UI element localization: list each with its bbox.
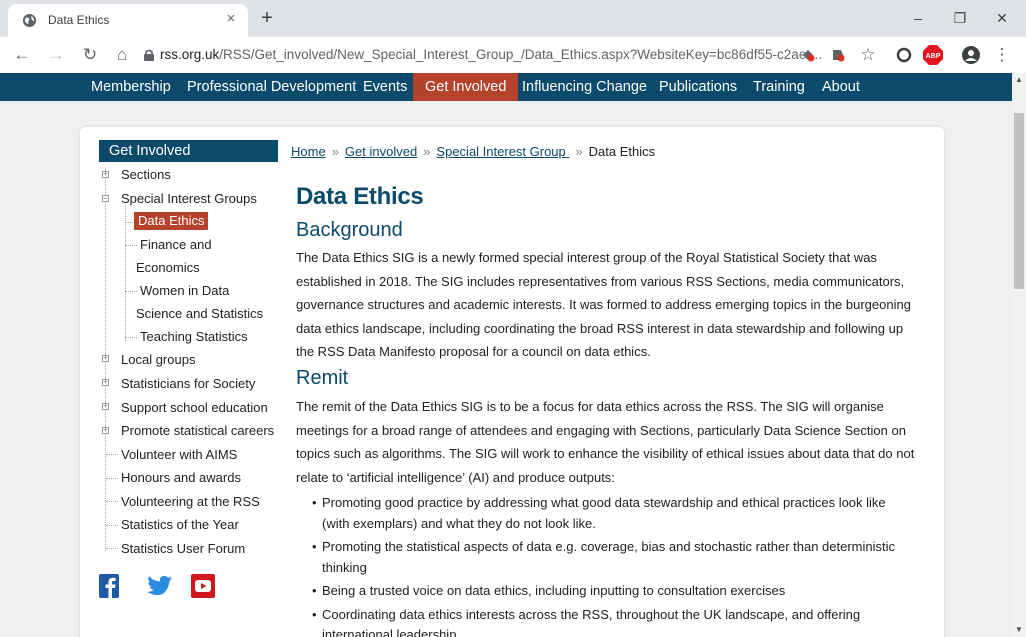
expand-icon[interactable]: + xyxy=(102,355,109,362)
expand-icon[interactable]: + xyxy=(102,403,109,410)
sidebar-item-data-ethics[interactable]: Data Ethics xyxy=(134,212,209,230)
browser-tab-strip: Data Ethics × + – ❐ ✕ xyxy=(0,0,1026,37)
breadcrumb: Home » Get involved » Special Interest Group… xyxy=(291,144,655,159)
forward-icon[interactable]: → xyxy=(44,43,68,67)
tree-line xyxy=(106,548,118,549)
url-path: /RSS/Get_involved/New_Special_Interest_G… xyxy=(219,47,822,62)
expand-icon[interactable]: + xyxy=(102,379,109,386)
facebook-icon[interactable] xyxy=(99,574,119,598)
tree-line xyxy=(106,454,118,455)
tree-line xyxy=(106,525,118,526)
nav-events[interactable]: Events xyxy=(355,73,415,101)
extension-icon[interactable] xyxy=(830,47,846,63)
url-host: rss.org.uk xyxy=(160,47,220,62)
sidebar-item-statistics-user-forum[interactable]: Statistics User Forum xyxy=(121,541,245,556)
sidebar-title: Get Involved xyxy=(99,140,278,162)
expand-icon[interactable]: + xyxy=(102,171,109,178)
scroll-up-icon[interactable]: ▲ xyxy=(1012,73,1026,87)
breadcrumb-get-involved[interactable]: Get involved xyxy=(345,144,417,159)
breadcrumb-special-interest-group[interactable]: Special Interest Group xyxy=(436,144,569,159)
twitter-icon[interactable] xyxy=(143,575,173,599)
sidebar-item-sections[interactable]: Sections xyxy=(121,167,171,182)
page-title: Data Ethics xyxy=(296,183,424,210)
reload-icon[interactable]: ↻ xyxy=(78,43,102,67)
list-item: Promoting the statistical aspects of dat… xyxy=(312,537,912,578)
nav-get-involved[interactable]: Get Involved xyxy=(413,73,519,101)
breadcrumb-separator: » xyxy=(423,144,431,159)
home-icon[interactable]: ⌂ xyxy=(110,43,134,67)
tree-line xyxy=(106,501,118,502)
lock-icon xyxy=(144,49,154,61)
nav-membership[interactable]: Membership xyxy=(83,73,179,101)
globe-icon xyxy=(22,13,37,28)
remit-text: The remit of the Data Ethics SIG is to b… xyxy=(296,399,915,485)
profile-icon[interactable] xyxy=(962,46,980,64)
tab-title: Data Ethics xyxy=(48,13,110,27)
sidebar-item-finance-economics[interactable]: Finance and xyxy=(140,237,212,252)
address-bar[interactable]: rss.org.uk/RSS/Get_involved/New_Special_… xyxy=(144,41,864,69)
close-tab-icon[interactable]: × xyxy=(222,10,240,28)
breadcrumb-separator: » xyxy=(331,144,339,159)
opera-icon[interactable] xyxy=(896,47,912,63)
restore-button[interactable]: ❐ xyxy=(940,4,980,32)
browser-tab[interactable]: Data Ethics × xyxy=(8,4,248,37)
page-scrollbar[interactable]: ▲ ▼ xyxy=(1012,73,1026,637)
sidebar-item-honours-and-awards[interactable]: Honours and awards xyxy=(121,470,241,485)
star-icon[interactable]: ☆ xyxy=(856,43,880,67)
sidebar-nav: Get Involved + – + + + + Sections Specia… xyxy=(99,140,278,560)
url-text: rss.org.uk/RSS/Get_involved/New_Special_… xyxy=(160,47,822,62)
sidebar-item-women-in-data-cont[interactable]: Science and Statistics xyxy=(136,306,263,321)
breadcrumb-separator: » xyxy=(575,144,583,159)
close-window-button[interactable]: ✕ xyxy=(982,4,1022,32)
background-heading: Background xyxy=(296,219,403,241)
sidebar-item-statistics-of-the-year[interactable]: Statistics of the Year xyxy=(121,517,239,532)
remit-outputs-list: Promoting good practice by addressing wh… xyxy=(312,493,912,637)
svg-text:ABP: ABP xyxy=(926,53,941,60)
tree-line xyxy=(125,245,137,246)
remit-heading: Remit xyxy=(296,367,349,389)
list-item: Coordinating data ethics interests acros… xyxy=(312,605,912,637)
browser-toolbar: ← → ↻ ⌂ rss.org.uk/RSS/Get_involved/New_… xyxy=(0,37,1026,73)
sidebar-item-statisticians-for-society[interactable]: Statisticians for Society xyxy=(121,376,255,391)
tree-line xyxy=(125,291,137,292)
nav-professional-development[interactable]: Professional Development xyxy=(179,73,364,101)
new-tab-button[interactable]: + xyxy=(256,7,278,29)
tree-line xyxy=(125,337,137,338)
nav-training[interactable]: Training xyxy=(745,73,813,101)
sidebar-item-local-groups[interactable]: Local groups xyxy=(121,352,195,367)
sidebar-item-volunteering-at-the-rss[interactable]: Volunteering at the RSS xyxy=(121,494,260,509)
expand-icon[interactable]: + xyxy=(102,427,109,434)
sidebar-item-finance-economics-cont[interactable]: Economics xyxy=(136,260,200,275)
back-icon[interactable]: ← xyxy=(10,43,34,67)
breadcrumb-current: Data Ethics xyxy=(588,144,656,159)
sidebar-item-support-school-education[interactable]: Support school education xyxy=(121,400,268,415)
sidebar-item-special-interest-groups[interactable]: Special Interest Groups xyxy=(121,191,257,206)
scroll-down-icon[interactable]: ▼ xyxy=(1012,623,1026,637)
tree-line xyxy=(106,478,118,479)
extension-icon[interactable] xyxy=(800,47,816,63)
list-item: Being a trusted voice on data ethics, in… xyxy=(312,581,912,602)
nav-influencing-change[interactable]: Influencing Change xyxy=(514,73,655,101)
background-text: The Data Ethics SIG is a newly formed sp… xyxy=(296,250,911,359)
youtube-icon[interactable] xyxy=(191,574,215,598)
nav-about[interactable]: About xyxy=(814,73,868,101)
sidebar-item-volunteer-with-aims[interactable]: Volunteer with AIMS xyxy=(121,447,237,462)
adblock-icon[interactable]: ABP xyxy=(923,45,943,65)
sidebar-item-promote-statistical-careers[interactable]: Promote statistical careers xyxy=(121,423,274,438)
minimize-button[interactable]: – xyxy=(898,4,938,32)
collapse-icon[interactable]: – xyxy=(102,195,109,202)
nav-publications[interactable]: Publications xyxy=(651,73,745,101)
sidebar-item-women-in-data[interactable]: Women in Data xyxy=(140,283,229,298)
site-nav: Membership Professional Development Even… xyxy=(0,73,1012,101)
list-item: Promoting good practice by addressing wh… xyxy=(312,493,912,534)
scrollbar-thumb[interactable] xyxy=(1014,113,1024,289)
breadcrumb-home[interactable]: Home xyxy=(291,144,326,159)
sidebar-item-teaching-statistics[interactable]: Teaching Statistics xyxy=(140,329,248,344)
menu-icon[interactable]: ⋮ xyxy=(990,43,1014,67)
